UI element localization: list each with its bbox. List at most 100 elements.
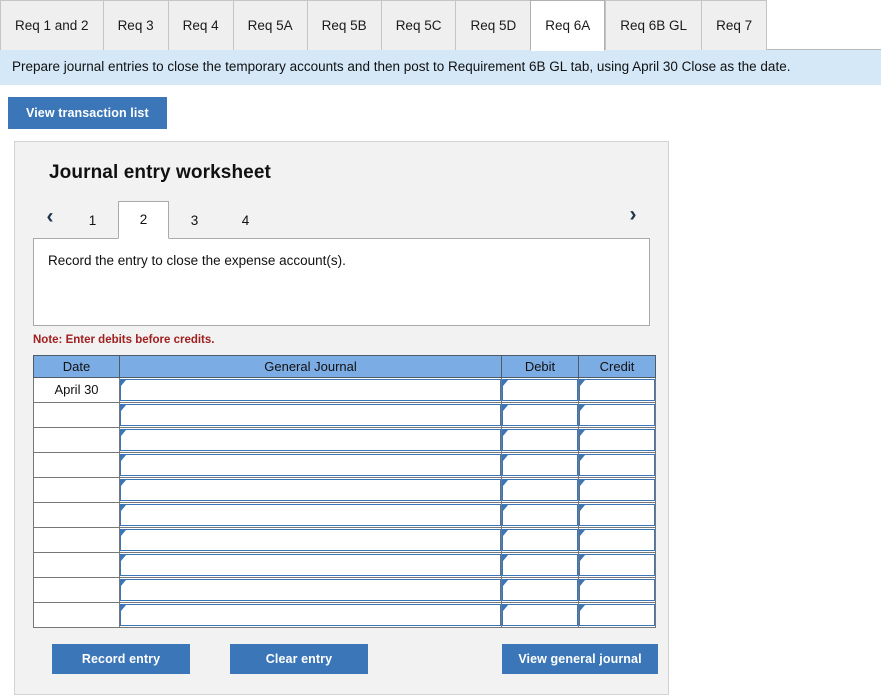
requirement-tab-req-6b-gl[interactable]: Req 6B GL [605,0,702,50]
requirement-tab-req-3[interactable]: Req 3 [102,0,168,50]
journal-account-input-cell [119,426,502,453]
journal-debit-input[interactable] [502,454,578,477]
worksheet-page-3[interactable]: 3 [169,204,220,238]
journal-credit-input[interactable] [579,604,655,627]
debits-before-credits-note: Note: Enter debits before credits. [33,333,215,346]
worksheet-actions: Record entry Clear entry View general jo… [33,643,658,676]
journal-date-cell [33,576,120,603]
journal-date-cell [33,451,120,478]
journal-date-cell [33,501,120,528]
journal-debit-input[interactable] [502,529,578,552]
chevron-left-icon[interactable]: ‹ [33,200,67,238]
requirement-tab-req-1-and-2[interactable]: Req 1 and 2 [0,0,103,50]
journal-credit-input[interactable] [579,379,655,402]
journal-account-input-cell [119,526,502,553]
journal-account-input-cell [119,376,502,403]
journal-debit-input-cell [501,451,579,478]
view-general-journal-button[interactable]: View general journal [502,643,658,674]
journal-credit-input[interactable] [579,454,655,477]
journal-credit-input[interactable] [579,479,655,502]
journal-debit-input-cell [501,476,579,503]
requirement-tab-req-7[interactable]: Req 7 [701,0,768,50]
journal-debit-input[interactable] [502,379,578,402]
journal-credit-input[interactable] [579,554,655,577]
journal-credit-input-cell [578,601,656,628]
journal-account-input[interactable] [120,604,501,627]
requirement-tab-req-4[interactable]: Req 4 [167,0,233,50]
toolbar: View transaction list [0,84,881,141]
journal-date-cell [33,476,120,503]
table-body: April 30 [33,376,656,628]
column-header-debit: Debit [501,354,579,378]
journal-credit-input[interactable] [579,429,655,452]
instruction-banner: Prepare journal entries to close the tem… [0,50,881,85]
clear-entry-button[interactable]: Clear entry [230,643,368,674]
worksheet-page-1[interactable]: 1 [67,204,118,238]
journal-account-input[interactable] [120,454,501,477]
journal-account-input-cell [119,451,502,478]
journal-account-input[interactable] [120,504,501,527]
journal-credit-input[interactable] [579,404,655,427]
requirement-tab-req-5c[interactable]: Req 5C [380,0,456,50]
requirement-tab-req-5a[interactable]: Req 5A [232,0,307,50]
table-row [33,551,656,578]
journal-debit-input-cell [501,401,579,428]
requirement-tab-bar: Req 1 and 2 Req 3 Req 4 Req 5A Req 5B Req 5C R… [0,0,881,51]
requirement-tab-req-5b[interactable]: Req 5B [306,0,381,50]
journal-debit-input[interactable] [502,479,578,502]
journal-account-input[interactable] [120,579,501,602]
journal-account-input-cell [119,476,502,503]
journal-credit-input[interactable] [579,504,655,527]
requirement-tab-req-6a[interactable]: Req 6A [530,0,606,51]
journal-entry-worksheet-panel: Journal entry worksheet ‹ 1 2 3 4 › Record t… [14,140,669,695]
journal-debit-input[interactable] [502,579,578,602]
journal-debit-input[interactable] [502,604,578,627]
journal-credit-input-cell [578,451,656,478]
journal-credit-input-cell [578,551,656,578]
worksheet-page-4[interactable]: 4 [220,204,271,238]
journal-credit-input-cell [578,476,656,503]
journal-credit-input[interactable] [579,579,655,602]
table-row: April 30 [33,376,656,403]
journal-account-input-cell [119,576,502,603]
journal-account-input-cell [119,501,502,528]
journal-account-input-cell [119,551,502,578]
journal-date-cell [33,426,120,453]
table-row [33,426,656,453]
journal-debit-input-cell [501,376,579,403]
page-title: Journal entry worksheet [49,161,271,183]
journal-debit-input[interactable] [502,404,578,427]
journal-credit-input[interactable] [579,529,655,552]
journal-account-input[interactable] [120,379,501,402]
journal-debit-input-cell [501,501,579,528]
table-row [33,476,656,503]
table-row [33,451,656,478]
record-entry-button[interactable]: Record entry [52,643,190,674]
journal-credit-input-cell [578,401,656,428]
journal-account-input[interactable] [120,429,501,452]
journal-credit-input-cell [578,526,656,553]
journal-date-cell [33,551,120,578]
journal-credit-input-cell [578,426,656,453]
journal-credit-input-cell [578,376,656,403]
worksheet-page-2[interactable]: 2 [118,200,169,239]
view-transaction-list-button[interactable]: View transaction list [8,96,167,129]
journal-account-input[interactable] [120,554,501,577]
journal-date-cell [33,401,120,428]
journal-account-input[interactable] [120,529,501,552]
journal-debit-input[interactable] [502,554,578,577]
journal-debit-input-cell [501,551,579,578]
table-row [33,576,656,603]
table-row [33,401,656,428]
journal-debit-input[interactable] [502,429,578,452]
table-header-row: Date General Journal Debit Credit [33,354,656,378]
journal-account-input[interactable] [120,404,501,427]
table-row [33,526,656,553]
journal-debit-input[interactable] [502,504,578,527]
journal-account-input[interactable] [120,479,501,502]
worksheet-pagination: ‹ 1 2 3 4 › [33,198,650,239]
journal-debit-input-cell [501,601,579,628]
journal-entry-table: Date General Journal Debit Credit April 30 [33,354,656,628]
requirement-tab-req-5d[interactable]: Req 5D [455,0,531,50]
chevron-right-icon[interactable]: › [616,198,650,236]
